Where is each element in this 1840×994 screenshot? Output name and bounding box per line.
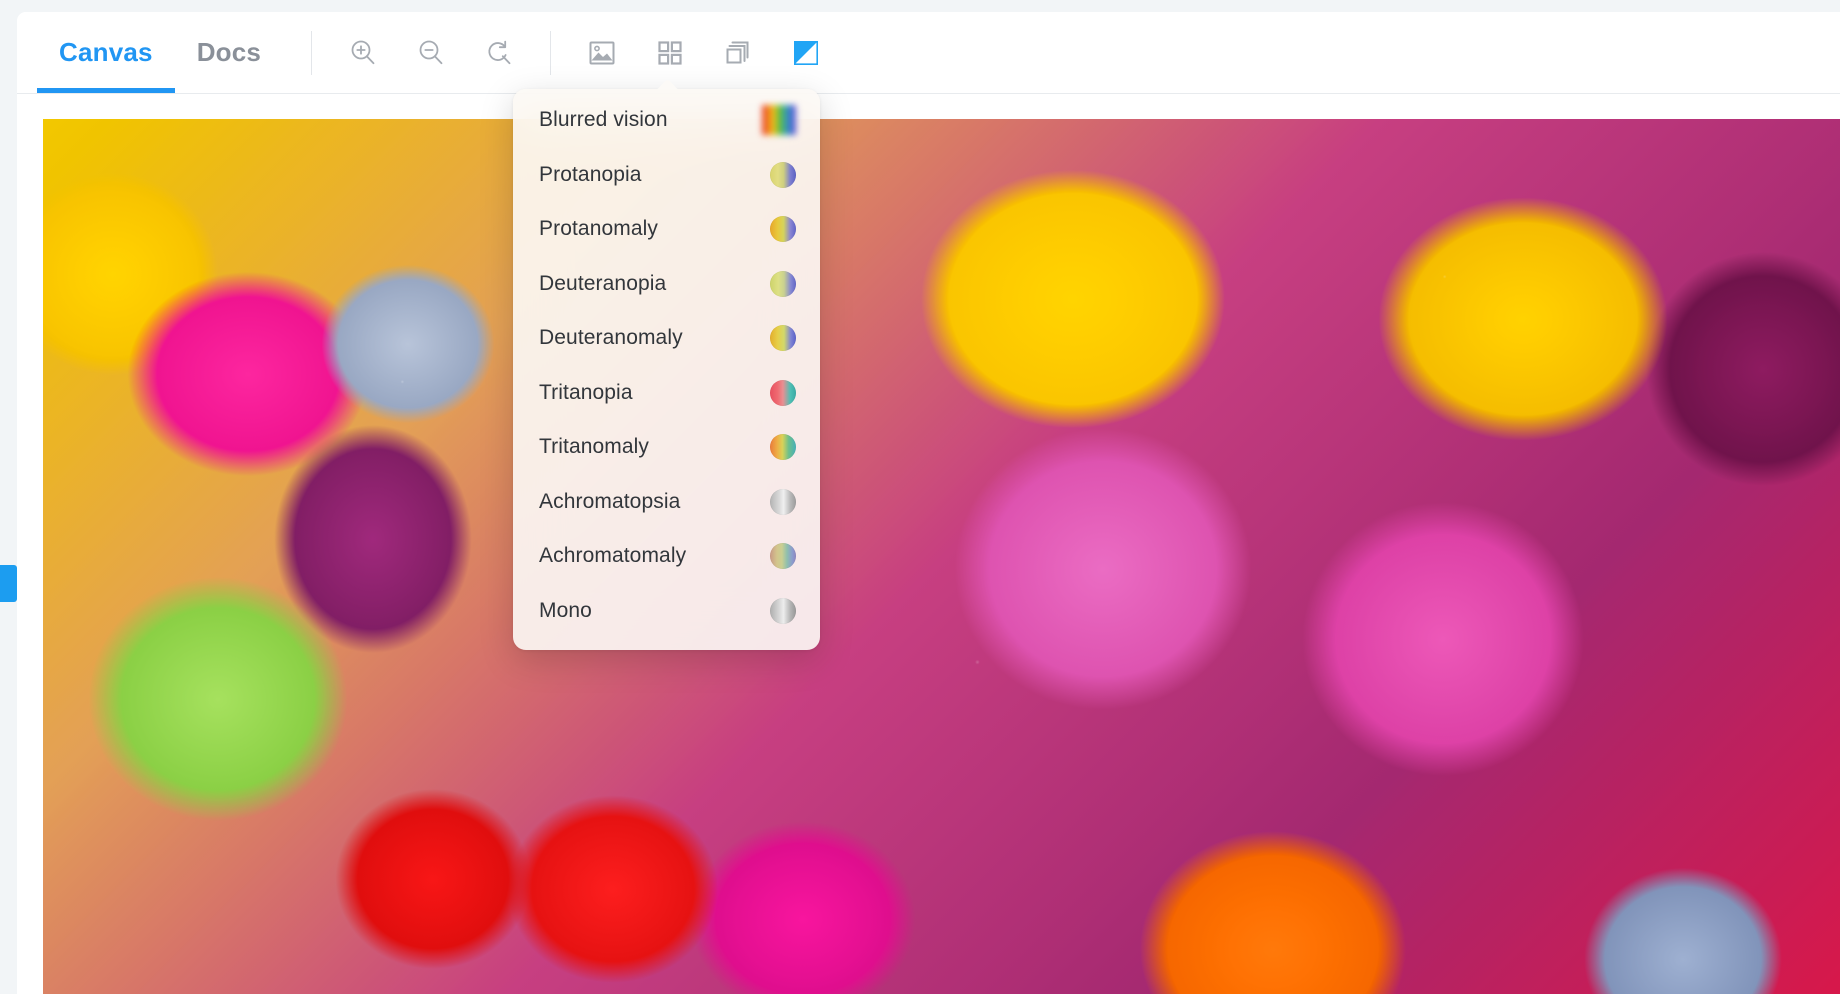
reset-zoom-icon — [483, 37, 515, 69]
panel-drag-handle[interactable] — [0, 565, 17, 602]
tab-docs-label: Docs — [196, 37, 262, 67]
app-root: Canvas Docs Blurred vision Protanopia Pr… — [0, 0, 1840, 994]
menu-item-achromatomaly[interactable]: Achromatomaly — [513, 529, 820, 584]
menu-item-protanopia[interactable]: Protanopia — [513, 148, 820, 203]
menu-item-label: Achromatomaly — [539, 544, 687, 568]
menu-item-label: Protanomaly — [539, 217, 658, 241]
main-window: Canvas Docs — [17, 12, 1840, 994]
menu-item-mono[interactable]: Mono — [513, 584, 820, 639]
menu-item-deuteranomaly[interactable]: Deuteranomaly — [513, 311, 820, 366]
tab-canvas[interactable]: Canvas — [37, 12, 175, 93]
candy-photo — [43, 119, 1840, 994]
toolbar: Canvas Docs — [17, 12, 1840, 93]
photo-canvas[interactable] — [43, 119, 1840, 994]
menu-item-label: Achromatopsia — [539, 489, 681, 513]
image-button[interactable] — [579, 30, 625, 76]
menu-item-label: Blurred vision — [539, 108, 668, 132]
menu-item-label: Deuteranopia — [539, 271, 667, 295]
zoom-out-button[interactable] — [408, 30, 454, 76]
menu-item-label: Deuteranomaly — [539, 326, 683, 350]
vision-simulation-menu[interactable]: Blurred vision Protanopia Protanomaly De… — [513, 89, 820, 650]
canvas-area[interactable] — [17, 93, 1840, 994]
zoom-out-icon — [415, 37, 447, 69]
swatch-muted-rainbow-icon — [770, 543, 796, 570]
swatch-grayscale-icon — [770, 597, 796, 624]
contrast-button[interactable] — [783, 30, 829, 76]
menu-item-protanomaly[interactable]: Protanomaly — [513, 202, 820, 257]
layers-icon — [723, 38, 753, 68]
grid-button[interactable] — [647, 30, 693, 76]
swatch-lime-blue-icon — [770, 270, 796, 297]
swatch-orange-teal-icon — [770, 434, 796, 461]
swatch-yellow-blue-icon — [770, 161, 796, 188]
menu-item-tritanomaly[interactable]: Tritanomaly — [513, 420, 820, 475]
view-tool-group — [579, 30, 829, 76]
zoom-in-button[interactable] — [340, 30, 386, 76]
zoom-in-icon — [347, 37, 379, 69]
grid-icon — [656, 39, 684, 67]
toolbar-divider-1 — [311, 30, 313, 75]
tab-canvas-label: Canvas — [59, 37, 153, 67]
swatch-grayscale-icon — [770, 488, 796, 515]
menu-pointer-arrow — [655, 79, 681, 90]
menu-item-tritanopia[interactable]: Tritanopia — [513, 366, 820, 421]
menu-item-blurred-vision[interactable]: Blurred vision — [513, 93, 820, 148]
menu-item-deuteranopia[interactable]: Deuteranopia — [513, 257, 820, 312]
menu-item-label: Tritanomaly — [539, 435, 650, 459]
image-icon — [587, 38, 617, 68]
layers-button[interactable] — [715, 30, 761, 76]
swatch-orange-blue-icon — [770, 216, 796, 243]
tab-bar: Canvas Docs — [37, 12, 283, 93]
swatch-rainbow-blurred-icon — [762, 105, 796, 136]
toolbar-divider-2 — [550, 30, 552, 75]
swatch-gold-blue-icon — [770, 325, 796, 352]
menu-item-achromatopsia[interactable]: Achromatopsia — [513, 475, 820, 530]
reset-zoom-button[interactable] — [476, 30, 522, 76]
menu-item-label: Protanopia — [539, 162, 642, 186]
menu-item-label: Tritanopia — [539, 380, 633, 404]
swatch-red-teal-icon — [770, 379, 796, 406]
contrast-icon — [792, 39, 820, 67]
tab-docs[interactable]: Docs — [175, 12, 283, 93]
zoom-tool-group — [340, 30, 522, 76]
menu-item-label: Mono — [539, 598, 592, 622]
